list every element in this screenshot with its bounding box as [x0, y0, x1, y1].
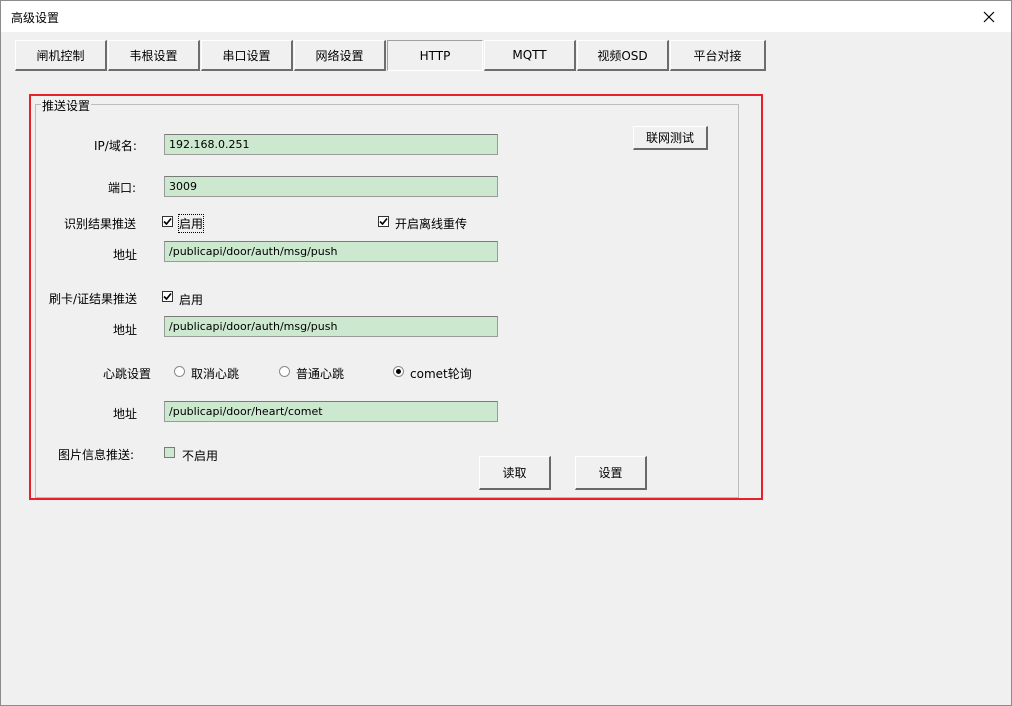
recognition-address-label: 地址	[113, 248, 138, 262]
port-input[interactable]	[164, 176, 498, 197]
heartbeat-cancel-label: 取消心跳	[191, 367, 240, 381]
card-enable-checkbox[interactable]	[162, 291, 173, 302]
tab-platform[interactable]: 平台对接	[670, 40, 766, 71]
tab-http[interactable]: HTTP	[387, 40, 483, 71]
heartbeat-comet-label: comet轮询	[410, 367, 472, 381]
offline-retransmit-checkbox[interactable]	[378, 216, 389, 227]
recognition-enable-label: 启用	[177, 214, 205, 233]
recognition-push-label: 识别结果推送	[64, 217, 137, 231]
close-icon	[983, 11, 995, 22]
window-title: 高级设置	[11, 11, 60, 25]
heartbeat-address-input[interactable]	[164, 401, 498, 422]
tab-bar: 闸机控制 韦根设置 串口设置 网络设置 HTTP MQTT 视频OSD 平台对接	[15, 40, 767, 71]
network-test-button[interactable]: 联网测试	[633, 126, 708, 150]
heartbeat-cancel-radio[interactable]	[174, 366, 185, 377]
image-enable-checkbox[interactable]	[164, 447, 175, 458]
image-push-label: 图片信息推送:	[58, 448, 135, 462]
tab-network[interactable]: 网络设置	[294, 40, 386, 71]
card-address-input[interactable]	[164, 316, 498, 337]
checkmark-icon	[163, 292, 172, 301]
tab-mqtt[interactable]: MQTT	[484, 40, 576, 71]
set-button[interactable]: 设置	[575, 456, 647, 490]
radio-selected-dot	[396, 369, 401, 374]
advanced-settings-window: 高级设置 闸机控制 韦根设置 串口设置 网络设置 HTTP MQTT 视频OSD…	[0, 0, 1012, 706]
tab-video-osd[interactable]: 视频OSD	[577, 40, 669, 71]
recognition-enable-checkbox[interactable]	[162, 216, 173, 227]
close-button[interactable]	[967, 1, 1011, 32]
heartbeat-normal-radio[interactable]	[279, 366, 290, 377]
ip-label: IP/域名:	[94, 139, 137, 153]
checkmark-icon	[163, 217, 172, 226]
offline-retransmit-label: 开启离线重传	[395, 217, 468, 231]
recognition-address-input[interactable]	[164, 241, 498, 262]
port-label: 端口:	[108, 181, 137, 195]
card-enable-label: 启用	[179, 293, 204, 307]
checkmark-icon	[379, 217, 388, 226]
ip-input[interactable]	[164, 134, 498, 155]
heartbeat-label: 心跳设置	[103, 367, 152, 381]
card-push-label: 刷卡/证结果推送	[49, 292, 138, 306]
heartbeat-normal-label: 普通心跳	[296, 367, 345, 381]
image-enable-label: 不启用	[182, 449, 219, 463]
tab-serial[interactable]: 串口设置	[201, 40, 293, 71]
card-address-label: 地址	[113, 323, 138, 337]
heartbeat-address-label: 地址	[113, 407, 138, 421]
tab-wiegand[interactable]: 韦根设置	[108, 40, 200, 71]
title-bar: 高级设置	[1, 1, 1011, 32]
read-button[interactable]: 读取	[479, 456, 551, 490]
heartbeat-comet-radio[interactable]	[393, 366, 404, 377]
tab-gate-control[interactable]: 闸机控制	[15, 40, 107, 71]
